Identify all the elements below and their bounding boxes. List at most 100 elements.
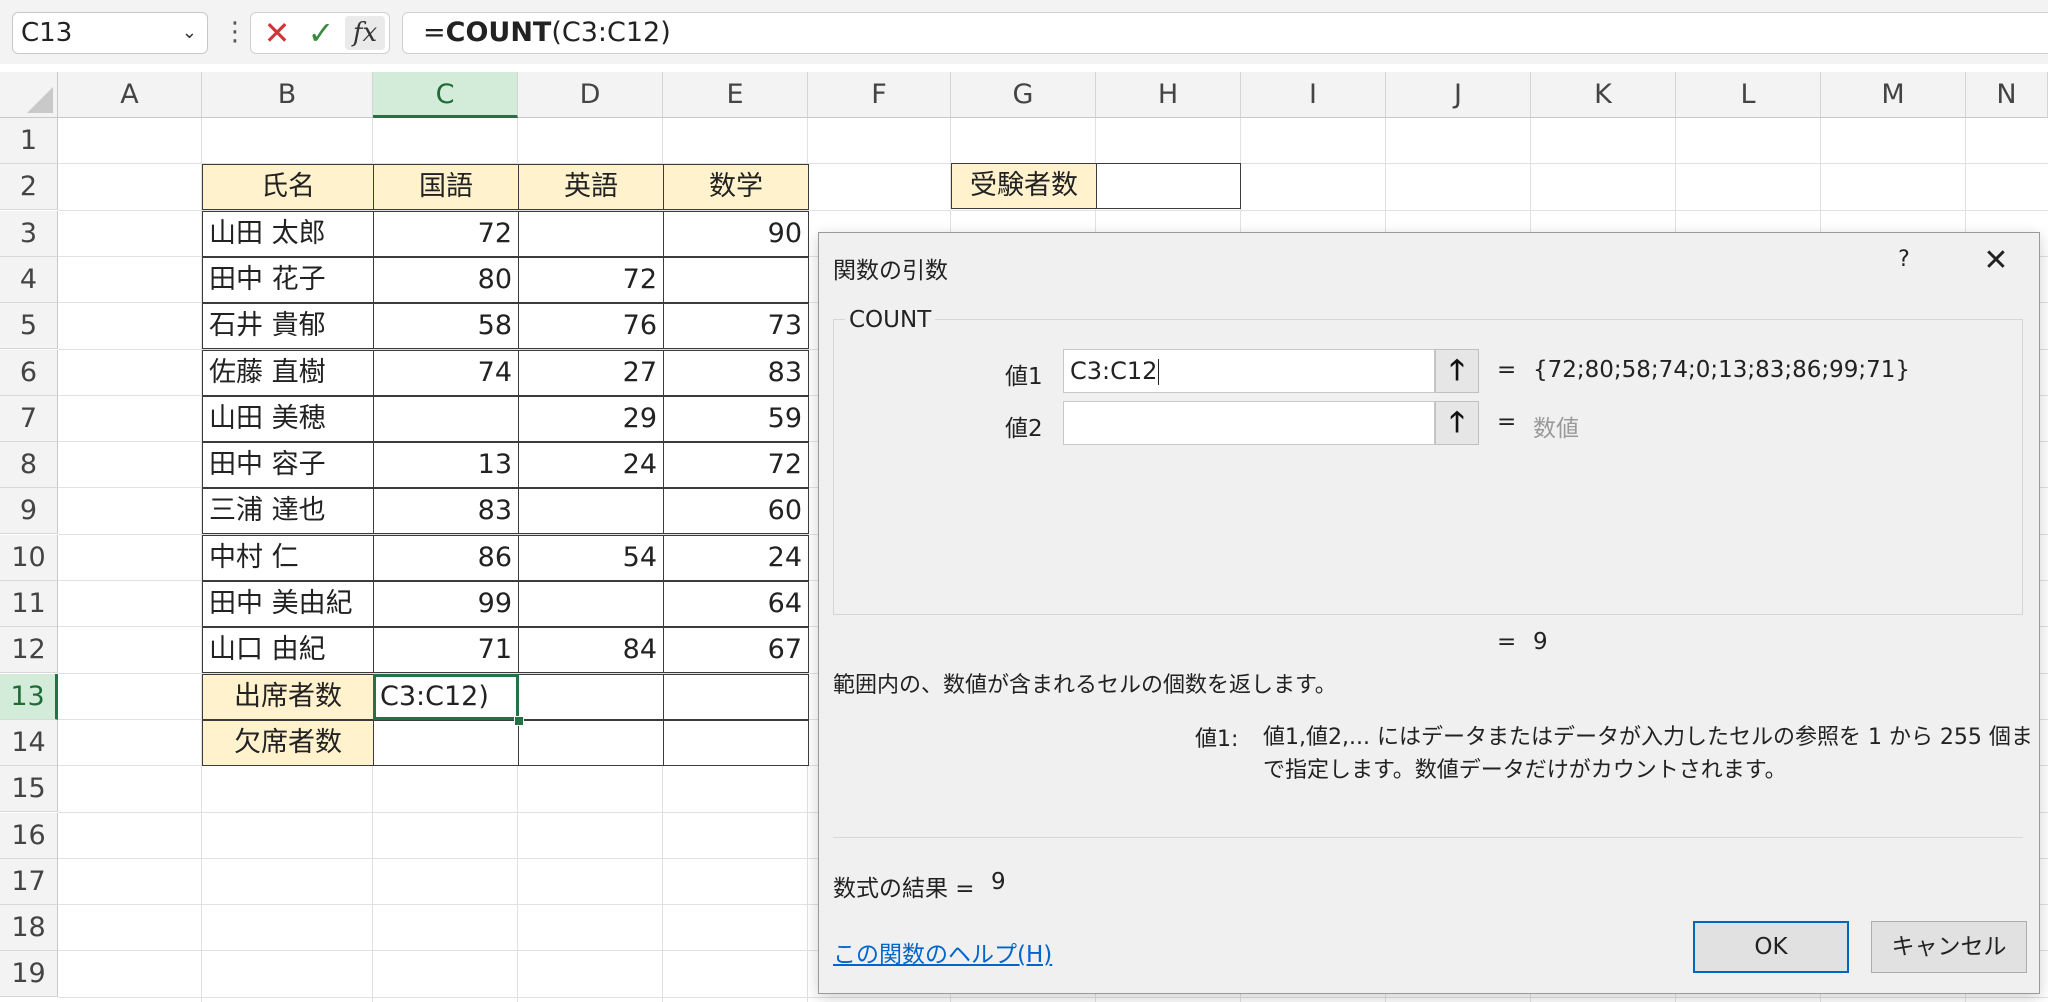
cancel-icon[interactable]: ✕ bbox=[255, 13, 299, 53]
score-cell[interactable]: 72 bbox=[518, 257, 664, 303]
attendance-label-cell[interactable]: 出席者数 bbox=[202, 674, 374, 720]
column-header-n[interactable]: N bbox=[1966, 72, 2048, 118]
help-icon[interactable]: ? bbox=[1889, 247, 1919, 272]
close-icon[interactable]: ✕ bbox=[1979, 243, 2013, 278]
arg1-input[interactable]: C3:C12 bbox=[1063, 349, 1435, 393]
row-header-12[interactable]: 12 bbox=[0, 627, 58, 673]
score-cell[interactable]: 86 bbox=[373, 535, 519, 581]
score-cell[interactable]: 71 bbox=[373, 627, 519, 673]
score-cell[interactable]: 80 bbox=[373, 257, 519, 303]
formula-input[interactable]: =COUNT(C3:C12) bbox=[402, 12, 2048, 54]
ok-button[interactable]: OK bbox=[1693, 921, 1849, 973]
row-header-2[interactable]: 2 bbox=[0, 164, 58, 210]
row-header-15[interactable]: 15 bbox=[0, 766, 58, 812]
row-header-9[interactable]: 9 bbox=[0, 488, 58, 534]
collapse-dialog-icon[interactable]: 🡑 bbox=[1435, 349, 1479, 393]
active-cell-c13[interactable]: C3:C12) bbox=[373, 674, 519, 720]
row-header-13[interactable]: 13 bbox=[0, 674, 58, 720]
row-header-19[interactable]: 19 bbox=[0, 951, 58, 997]
table-header-cell[interactable]: 英語 bbox=[518, 164, 664, 210]
row-header-10[interactable]: 10 bbox=[0, 535, 58, 581]
score-cell[interactable]: 54 bbox=[518, 535, 664, 581]
score-cell[interactable]: 90 bbox=[663, 211, 809, 257]
score-cell[interactable]: 59 bbox=[663, 396, 809, 442]
student-name-cell[interactable]: 三浦 達也 bbox=[202, 488, 374, 534]
score-cell[interactable] bbox=[663, 257, 809, 303]
score-cell[interactable]: 84 bbox=[518, 627, 664, 673]
score-cell[interactable]: 76 bbox=[518, 303, 664, 349]
name-box[interactable]: C13 ⌄ bbox=[12, 12, 208, 54]
column-header-c[interactable]: C bbox=[373, 72, 518, 118]
column-header-h[interactable]: H bbox=[1096, 72, 1241, 118]
row-header-14[interactable]: 14 bbox=[0, 720, 58, 766]
row-header-8[interactable]: 8 bbox=[0, 442, 58, 488]
score-cell[interactable] bbox=[518, 581, 664, 627]
column-header-a[interactable]: A bbox=[58, 72, 202, 118]
more-options-icon[interactable]: ⋮ bbox=[222, 12, 248, 54]
empty-cell[interactable] bbox=[373, 720, 519, 766]
column-header-f[interactable]: F bbox=[808, 72, 951, 118]
student-name-cell[interactable]: 佐藤 直樹 bbox=[202, 350, 374, 396]
row-header-7[interactable]: 7 bbox=[0, 396, 58, 442]
check-icon[interactable]: ✓ bbox=[299, 13, 343, 53]
score-cell[interactable] bbox=[373, 396, 519, 442]
score-cell[interactable]: 72 bbox=[373, 211, 519, 257]
score-cell[interactable]: 67 bbox=[663, 627, 809, 673]
student-name-cell[interactable]: 田中 容子 bbox=[202, 442, 374, 488]
column-header-m[interactable]: M bbox=[1821, 72, 1966, 118]
row-header-11[interactable]: 11 bbox=[0, 581, 58, 627]
column-header-i[interactable]: I bbox=[1241, 72, 1386, 118]
score-cell[interactable]: 13 bbox=[373, 442, 519, 488]
row-header-17[interactable]: 17 bbox=[0, 859, 58, 905]
score-cell[interactable]: 24 bbox=[518, 442, 664, 488]
student-name-cell[interactable]: 山田 太郎 bbox=[202, 211, 374, 257]
column-header-e[interactable]: E bbox=[663, 72, 808, 118]
empty-cell[interactable] bbox=[518, 720, 664, 766]
score-cell[interactable]: 29 bbox=[518, 396, 664, 442]
score-cell[interactable]: 64 bbox=[663, 581, 809, 627]
table-header-cell[interactable]: 数学 bbox=[663, 164, 809, 210]
student-name-cell[interactable]: 石井 貴郁 bbox=[202, 303, 374, 349]
row-header-6[interactable]: 6 bbox=[0, 350, 58, 396]
score-cell[interactable]: 99 bbox=[373, 581, 519, 627]
absence-label-cell[interactable]: 欠席者数 bbox=[202, 720, 374, 766]
score-cell[interactable]: 83 bbox=[373, 488, 519, 534]
student-name-cell[interactable]: 中村 仁 bbox=[202, 535, 374, 581]
arg2-input[interactable] bbox=[1063, 401, 1435, 445]
score-cell[interactable]: 58 bbox=[373, 303, 519, 349]
row-header-3[interactable]: 3 bbox=[0, 211, 58, 257]
row-header-16[interactable]: 16 bbox=[0, 813, 58, 859]
row-header-5[interactable]: 5 bbox=[0, 303, 58, 349]
column-header-b[interactable]: B bbox=[202, 72, 373, 118]
row-header-18[interactable]: 18 bbox=[0, 905, 58, 951]
empty-cell[interactable] bbox=[663, 674, 809, 720]
select-all-corner[interactable] bbox=[0, 72, 58, 118]
table-header-cell[interactable]: 国語 bbox=[373, 164, 519, 210]
examinee-value-cell[interactable] bbox=[1096, 163, 1241, 209]
score-cell[interactable]: 27 bbox=[518, 350, 664, 396]
table-header-cell[interactable]: 氏名 bbox=[202, 164, 374, 210]
insert-function-icon[interactable]: fx bbox=[345, 16, 385, 50]
row-header-1[interactable]: 1 bbox=[0, 118, 58, 164]
score-cell[interactable] bbox=[518, 488, 664, 534]
score-cell[interactable] bbox=[518, 211, 664, 257]
score-cell[interactable]: 83 bbox=[663, 350, 809, 396]
student-name-cell[interactable]: 田中 美由紀 bbox=[202, 581, 374, 627]
score-cell[interactable]: 74 bbox=[373, 350, 519, 396]
fill-handle[interactable] bbox=[514, 716, 524, 726]
column-header-l[interactable]: L bbox=[1676, 72, 1821, 118]
function-help-link[interactable]: この関数のヘルプ(H) bbox=[833, 935, 1052, 969]
column-header-k[interactable]: K bbox=[1531, 72, 1676, 118]
score-cell[interactable]: 24 bbox=[663, 535, 809, 581]
score-cell[interactable]: 72 bbox=[663, 442, 809, 488]
cancel-button[interactable]: キャンセル bbox=[1871, 921, 2027, 973]
student-name-cell[interactable]: 山口 由紀 bbox=[202, 627, 374, 673]
examinee-label-cell[interactable]: 受験者数 bbox=[951, 163, 1097, 209]
empty-cell[interactable] bbox=[663, 720, 809, 766]
column-header-d[interactable]: D bbox=[518, 72, 663, 118]
empty-cell[interactable] bbox=[518, 674, 664, 720]
chevron-down-icon[interactable]: ⌄ bbox=[182, 13, 197, 53]
collapse-dialog-icon[interactable]: 🡑 bbox=[1435, 401, 1479, 445]
row-header-4[interactable]: 4 bbox=[0, 257, 58, 303]
student-name-cell[interactable]: 山田 美穂 bbox=[202, 396, 374, 442]
